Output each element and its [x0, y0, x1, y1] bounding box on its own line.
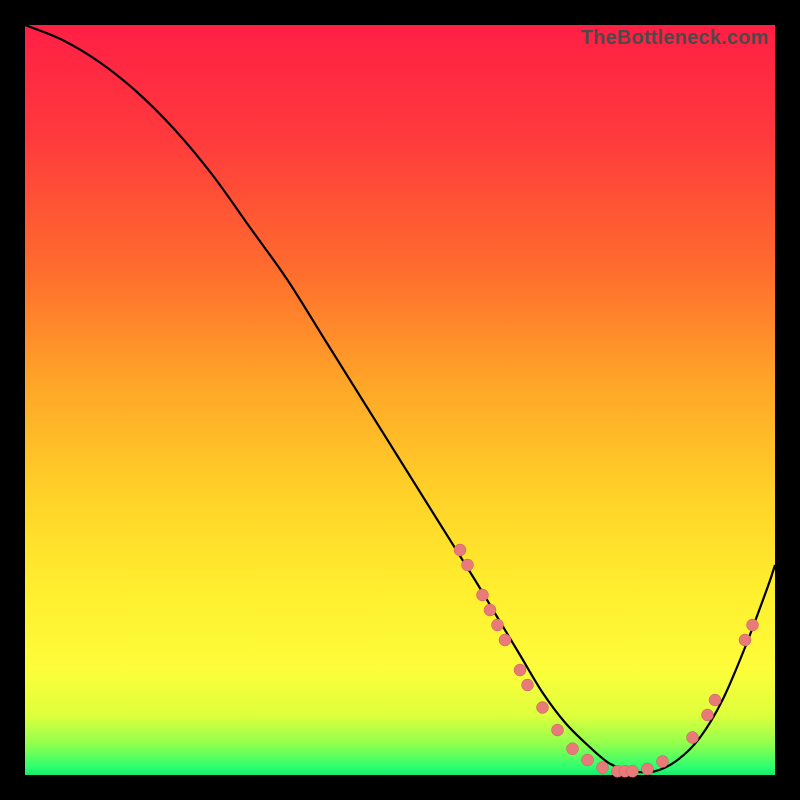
data-marker [709, 694, 721, 706]
data-marker [642, 763, 654, 775]
data-marker [739, 634, 751, 646]
data-marker [747, 619, 759, 631]
data-marker [702, 709, 714, 721]
data-marker [582, 754, 594, 766]
data-marker [567, 743, 579, 755]
data-marker [514, 664, 526, 676]
bottleneck-curve-path [25, 25, 775, 772]
data-marker [537, 702, 549, 714]
chart-frame: TheBottleneck.com [25, 25, 775, 775]
data-marker [477, 589, 489, 601]
data-marker [627, 765, 639, 777]
data-marker [657, 756, 669, 768]
data-marker [492, 619, 504, 631]
data-marker [552, 724, 564, 736]
data-marker [499, 634, 511, 646]
data-marker [687, 732, 699, 744]
data-marker [522, 679, 534, 691]
data-marker [462, 559, 474, 571]
gradient-plot-area: TheBottleneck.com [25, 25, 775, 775]
data-marker [454, 544, 466, 556]
bottleneck-markers-group [454, 544, 759, 777]
data-marker [597, 762, 609, 774]
bottleneck-curve-svg [25, 25, 775, 775]
data-marker [484, 604, 496, 616]
